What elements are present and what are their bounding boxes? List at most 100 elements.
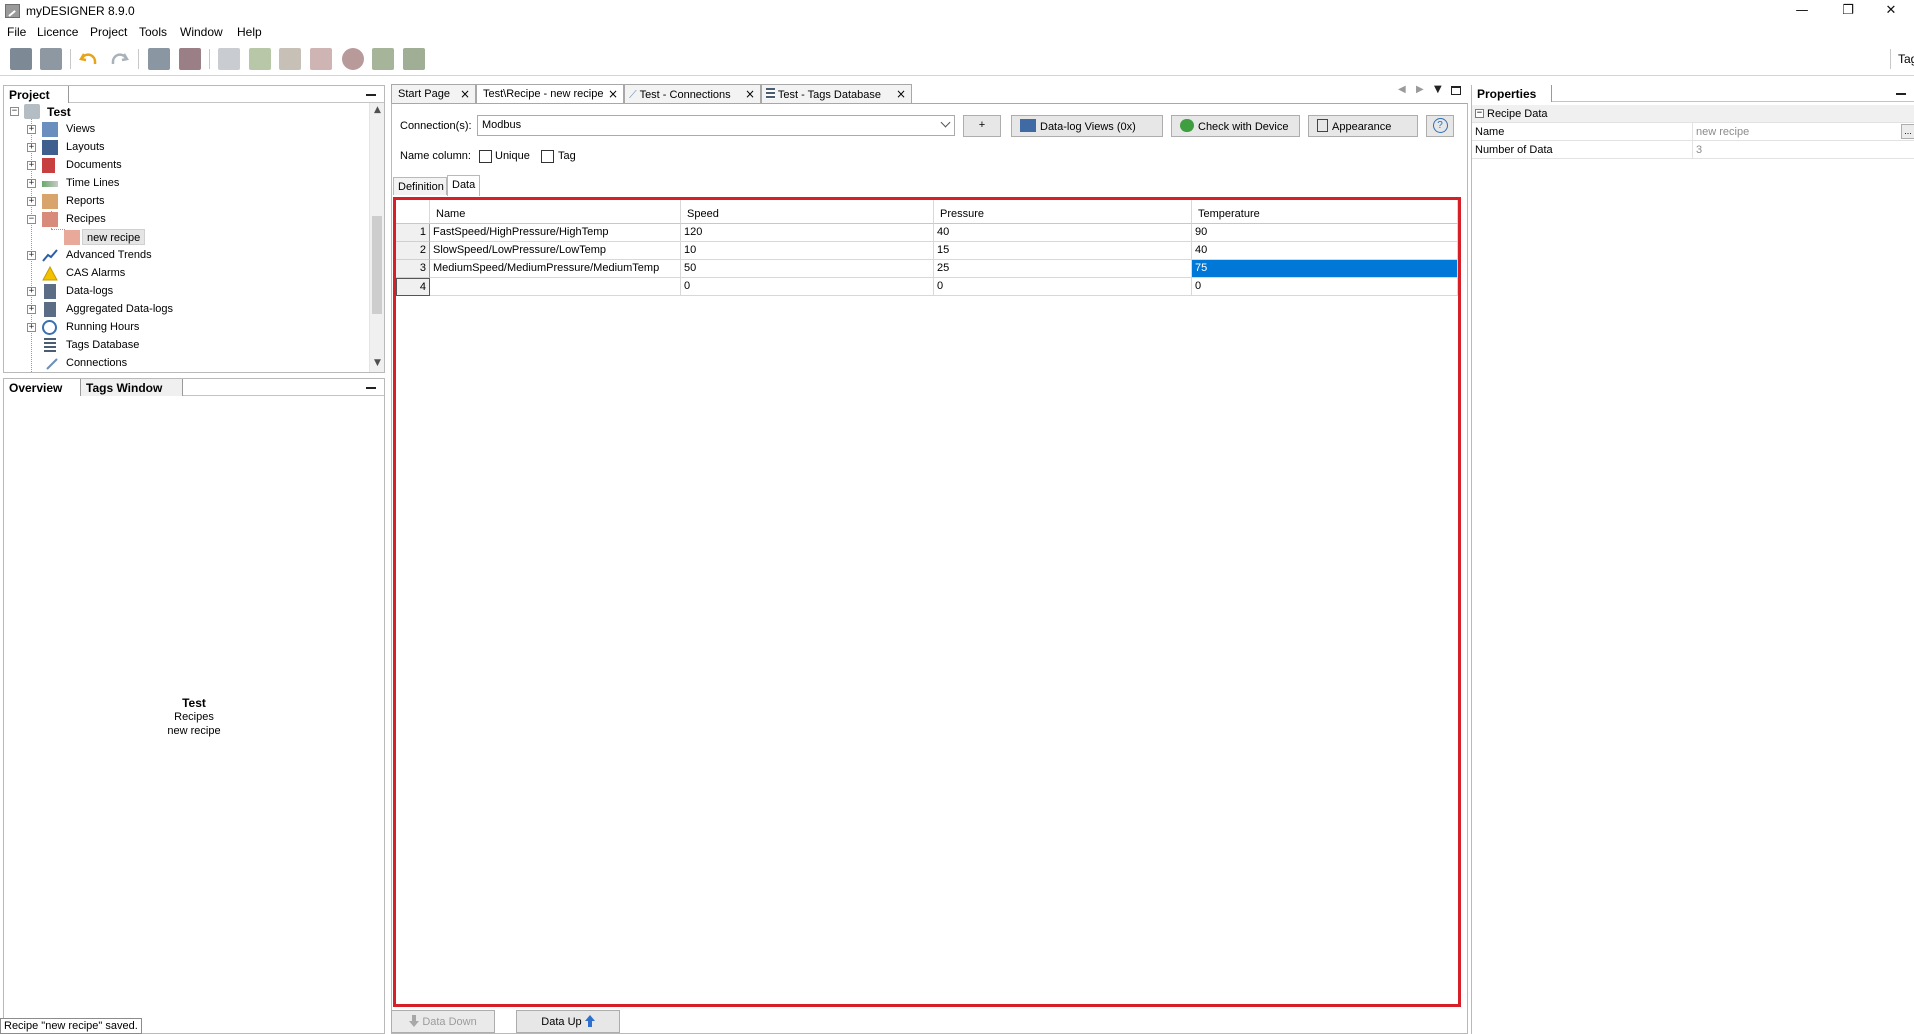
expand-icon[interactable]: +	[27, 125, 36, 134]
table-cell-selected[interactable]: 75	[1192, 260, 1458, 278]
maximize-editor-icon[interactable]	[1451, 86, 1461, 95]
project-scrollbar[interactable]: ▲ ▼	[369, 103, 384, 372]
project-tab[interactable]: Project	[4, 86, 69, 103]
table-cell[interactable]: 0	[934, 278, 1192, 296]
save-icon[interactable]	[10, 48, 32, 70]
tree-item-connections[interactable]: Connections	[4, 355, 370, 372]
close-icon[interactable]: ×	[896, 87, 906, 101]
property-row-name[interactable]: Name new recipe ...	[1472, 123, 1914, 141]
undo-icon[interactable]	[78, 48, 100, 70]
tree-item-documents[interactable]: + Documents	[4, 157, 370, 175]
close-button[interactable]: ✕	[1868, 0, 1914, 23]
row-header[interactable]: 4	[396, 278, 430, 296]
row-header[interactable]: 2	[396, 242, 430, 260]
collapse-icon[interactable]: −	[27, 215, 36, 224]
scroll-thumb[interactable]	[372, 216, 382, 314]
minimize-button[interactable]: —	[1779, 0, 1825, 23]
menu-tools[interactable]: Tools	[139, 25, 167, 39]
tab-list-icon[interactable]: ▼	[1434, 84, 1442, 95]
tab-start-page[interactable]: Start Page ×	[391, 84, 476, 103]
menu-help[interactable]: Help	[237, 25, 262, 39]
properties-tab[interactable]: Properties	[1472, 85, 1552, 102]
minimize-icon[interactable]	[1896, 93, 1906, 95]
tab-data[interactable]: Data	[447, 175, 480, 196]
tree-item-cas-alarms[interactable]: CAS Alarms	[4, 265, 370, 283]
table-cell[interactable]: 15	[934, 242, 1192, 260]
table-cell[interactable]: 0	[681, 278, 934, 296]
menu-project[interactable]: Project	[90, 25, 127, 39]
table-cell[interactable]: SlowSpeed/LowPressure/LowTemp	[430, 242, 681, 260]
tree-item-new-recipe[interactable]: new recipe	[4, 229, 370, 247]
tree-item-advanced-trends[interactable]: + Advanced Trends	[4, 247, 370, 265]
menu-licence[interactable]: Licence	[37, 25, 78, 39]
table-cell[interactable]: 25	[934, 260, 1192, 278]
tree-item-recipes[interactable]: − Recipes	[4, 211, 370, 229]
column-header-pressure[interactable]: Pressure	[934, 200, 1192, 224]
save-all-icon[interactable]	[40, 48, 62, 70]
column-header-temperature[interactable]: Temperature	[1192, 200, 1458, 224]
close-icon[interactable]: ×	[460, 87, 470, 101]
expand-icon[interactable]: +	[27, 197, 36, 206]
expand-icon[interactable]: +	[27, 251, 36, 260]
tree-item-data-logs[interactable]: + Data-logs	[4, 283, 370, 301]
tree-item-time-lines[interactable]: + Time Lines	[4, 175, 370, 193]
redo-icon[interactable]	[108, 48, 130, 70]
tree-item-running-hours[interactable]: + Running Hours	[4, 319, 370, 337]
tab-definition[interactable]: Definition	[393, 177, 447, 195]
minimize-icon[interactable]	[366, 94, 376, 96]
import-icon[interactable]	[148, 48, 170, 70]
property-row-number-of-data[interactable]: Number of Data 3	[1472, 141, 1914, 159]
properties-section[interactable]: − Recipe Data	[1472, 105, 1914, 123]
table-cell[interactable]: 50	[681, 260, 934, 278]
check-with-device-button[interactable]: Check with Device	[1171, 115, 1300, 137]
table-cell[interactable]: 40	[934, 224, 1192, 242]
table-cell[interactable]: 90	[1192, 224, 1458, 242]
minimize-icon[interactable]	[366, 387, 376, 389]
table-cell[interactable]: 120	[681, 224, 934, 242]
menu-window[interactable]: Window	[180, 25, 223, 39]
collapse-icon[interactable]: −	[10, 107, 19, 116]
data-down-button[interactable]: Data Down	[391, 1010, 495, 1033]
row-header[interactable]: 3	[396, 260, 430, 278]
help-button[interactable]: ?	[1426, 115, 1454, 137]
tags-window-tab[interactable]: Tags Window	[81, 379, 183, 396]
column-header-name[interactable]: Name	[430, 200, 681, 224]
collapse-icon[interactable]: −	[1475, 109, 1484, 118]
table-cell[interactable]: MediumSpeed/MediumPressure/MediumTemp	[430, 260, 681, 278]
add-connection-button[interactable]: +	[963, 115, 1001, 137]
tab-connections[interactable]: ⟋ Test - Connections ×	[624, 84, 761, 103]
expand-icon[interactable]: +	[27, 305, 36, 314]
overview-tab[interactable]: Overview	[4, 379, 81, 396]
restore-button[interactable]: ❐	[1825, 0, 1871, 23]
row-header[interactable]: 1	[396, 224, 430, 242]
delete-row-icon[interactable]	[310, 48, 332, 70]
upload-icon[interactable]	[372, 48, 394, 70]
expand-icon[interactable]: +	[27, 323, 36, 332]
expand-icon[interactable]: +	[27, 287, 36, 296]
column-header-speed[interactable]: Speed	[681, 200, 934, 224]
tree-item-reports[interactable]: + Reports	[4, 193, 370, 211]
table-cell[interactable]	[430, 278, 681, 296]
tree-item-layouts[interactable]: + Layouts	[4, 139, 370, 157]
connection-select[interactable]: Modbus	[477, 115, 955, 136]
export-icon[interactable]	[179, 48, 201, 70]
tree-item-tags-database[interactable]: Tags Database	[4, 337, 370, 355]
download-icon[interactable]	[403, 48, 425, 70]
paste-row-icon[interactable]	[279, 48, 301, 70]
close-icon[interactable]: ×	[608, 87, 618, 101]
tab-scroll-left-icon[interactable]: ◀	[1398, 84, 1406, 95]
add-row-icon[interactable]	[249, 48, 271, 70]
ellipsis-button[interactable]: ...	[1901, 124, 1914, 139]
expand-icon[interactable]: +	[27, 161, 36, 170]
unique-checkbox[interactable]	[479, 150, 492, 163]
scroll-up-icon[interactable]: ▲	[372, 105, 383, 117]
close-icon[interactable]: ×	[745, 87, 755, 101]
table-cell[interactable]: FastSpeed/HighPressure/HighTemp	[430, 224, 681, 242]
table-cell[interactable]: 0	[1192, 278, 1458, 296]
tag-checkbox[interactable]	[541, 150, 554, 163]
datalog-views-button[interactable]: Data-log Views (0x)	[1011, 115, 1163, 137]
expand-icon[interactable]: +	[27, 143, 36, 152]
tree-item-views[interactable]: + Views	[4, 121, 370, 139]
expand-icon[interactable]: +	[27, 179, 36, 188]
menu-file[interactable]: File	[7, 25, 26, 39]
